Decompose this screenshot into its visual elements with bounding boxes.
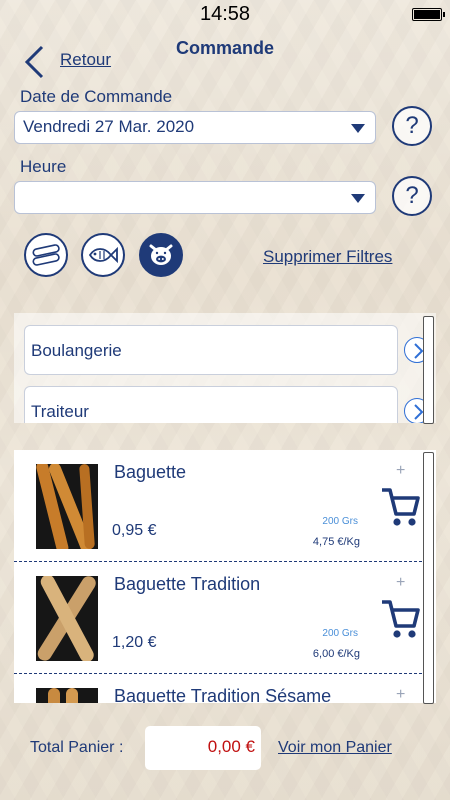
clear-filters-link[interactable]: Supprimer Filtres — [263, 247, 392, 267]
product-weight: 200 Grs — [322, 628, 358, 639]
product-image-baguette-tradition-sesame — [36, 688, 98, 703]
add-quantity-button[interactable]: + — [396, 574, 405, 592]
add-to-cart-icon[interactable] — [380, 596, 420, 640]
product-weight: 200 Grs — [322, 516, 358, 527]
product-price-per-kg: 6,00 €/Kg — [312, 648, 360, 660]
chevron-down-icon — [351, 194, 365, 203]
cart-total-value: 0,00 € — [145, 726, 261, 770]
status-time: 14:58 — [199, 3, 251, 25]
product-price: 0,95 € — [112, 522, 157, 539]
fish-icon — [88, 246, 118, 264]
page-title: Commande — [175, 38, 274, 58]
product-name: Baguette — [114, 462, 187, 482]
hour-label: Heure — [20, 157, 67, 176]
product-image-baguette-tradition — [36, 576, 98, 661]
baguette-icon — [32, 244, 60, 266]
help-icon-hour[interactable]: ? — [392, 176, 432, 216]
add-to-cart-icon[interactable] — [380, 484, 420, 528]
category-item-boulangerie[interactable]: Boulangerie — [24, 325, 398, 375]
category-item-traiteur[interactable]: Traiteur — [24, 386, 398, 423]
order-date-label: Date de Commande — [20, 87, 173, 106]
filter-pork-button[interactable] — [139, 233, 183, 277]
view-cart-link[interactable]: Voir mon Panier — [278, 739, 392, 757]
product-name: Baguette Tradition — [114, 574, 261, 594]
order-date-select[interactable]: Vendredi 27 Mar. 2020 — [14, 111, 376, 144]
product-name: Baguette Tradition Sésame — [114, 686, 332, 703]
filter-fish-button[interactable] — [81, 233, 125, 277]
hour-select[interactable] — [14, 181, 376, 214]
product-price: 1,20 € — [112, 634, 157, 651]
pig-icon — [149, 244, 173, 265]
list-item[interactable]: Baguette Tradition 1,20 € 200 Grs 6,00 €… — [14, 562, 422, 674]
list-item[interactable]: Baguette Tradition Sésame + — [14, 674, 422, 703]
cart-total-label: Total Panier : — [30, 739, 124, 756]
product-image-baguette — [36, 464, 98, 549]
product-price-per-kg: 4,75 €/Kg — [312, 536, 360, 548]
add-quantity-button[interactable]: + — [396, 686, 405, 703]
add-quantity-button[interactable]: + — [396, 462, 405, 480]
order-date-value: Vendredi 27 Mar. 2020 — [23, 117, 195, 136]
product-list: Baguette 0,95 € 200 Grs 4,75 €/Kg + Bagu… — [14, 450, 436, 703]
help-icon-date[interactable]: ? — [392, 106, 432, 146]
category-scrollbar[interactable] — [423, 316, 434, 424]
chevron-down-icon — [351, 124, 365, 133]
battery-icon — [412, 8, 445, 21]
product-scrollbar[interactable] — [423, 452, 434, 704]
category-list: Boulangerie Traiteur — [14, 313, 436, 423]
filter-bread-button[interactable] — [24, 233, 68, 277]
list-item[interactable]: Baguette 0,95 € 200 Grs 4,75 €/Kg + — [14, 450, 422, 562]
